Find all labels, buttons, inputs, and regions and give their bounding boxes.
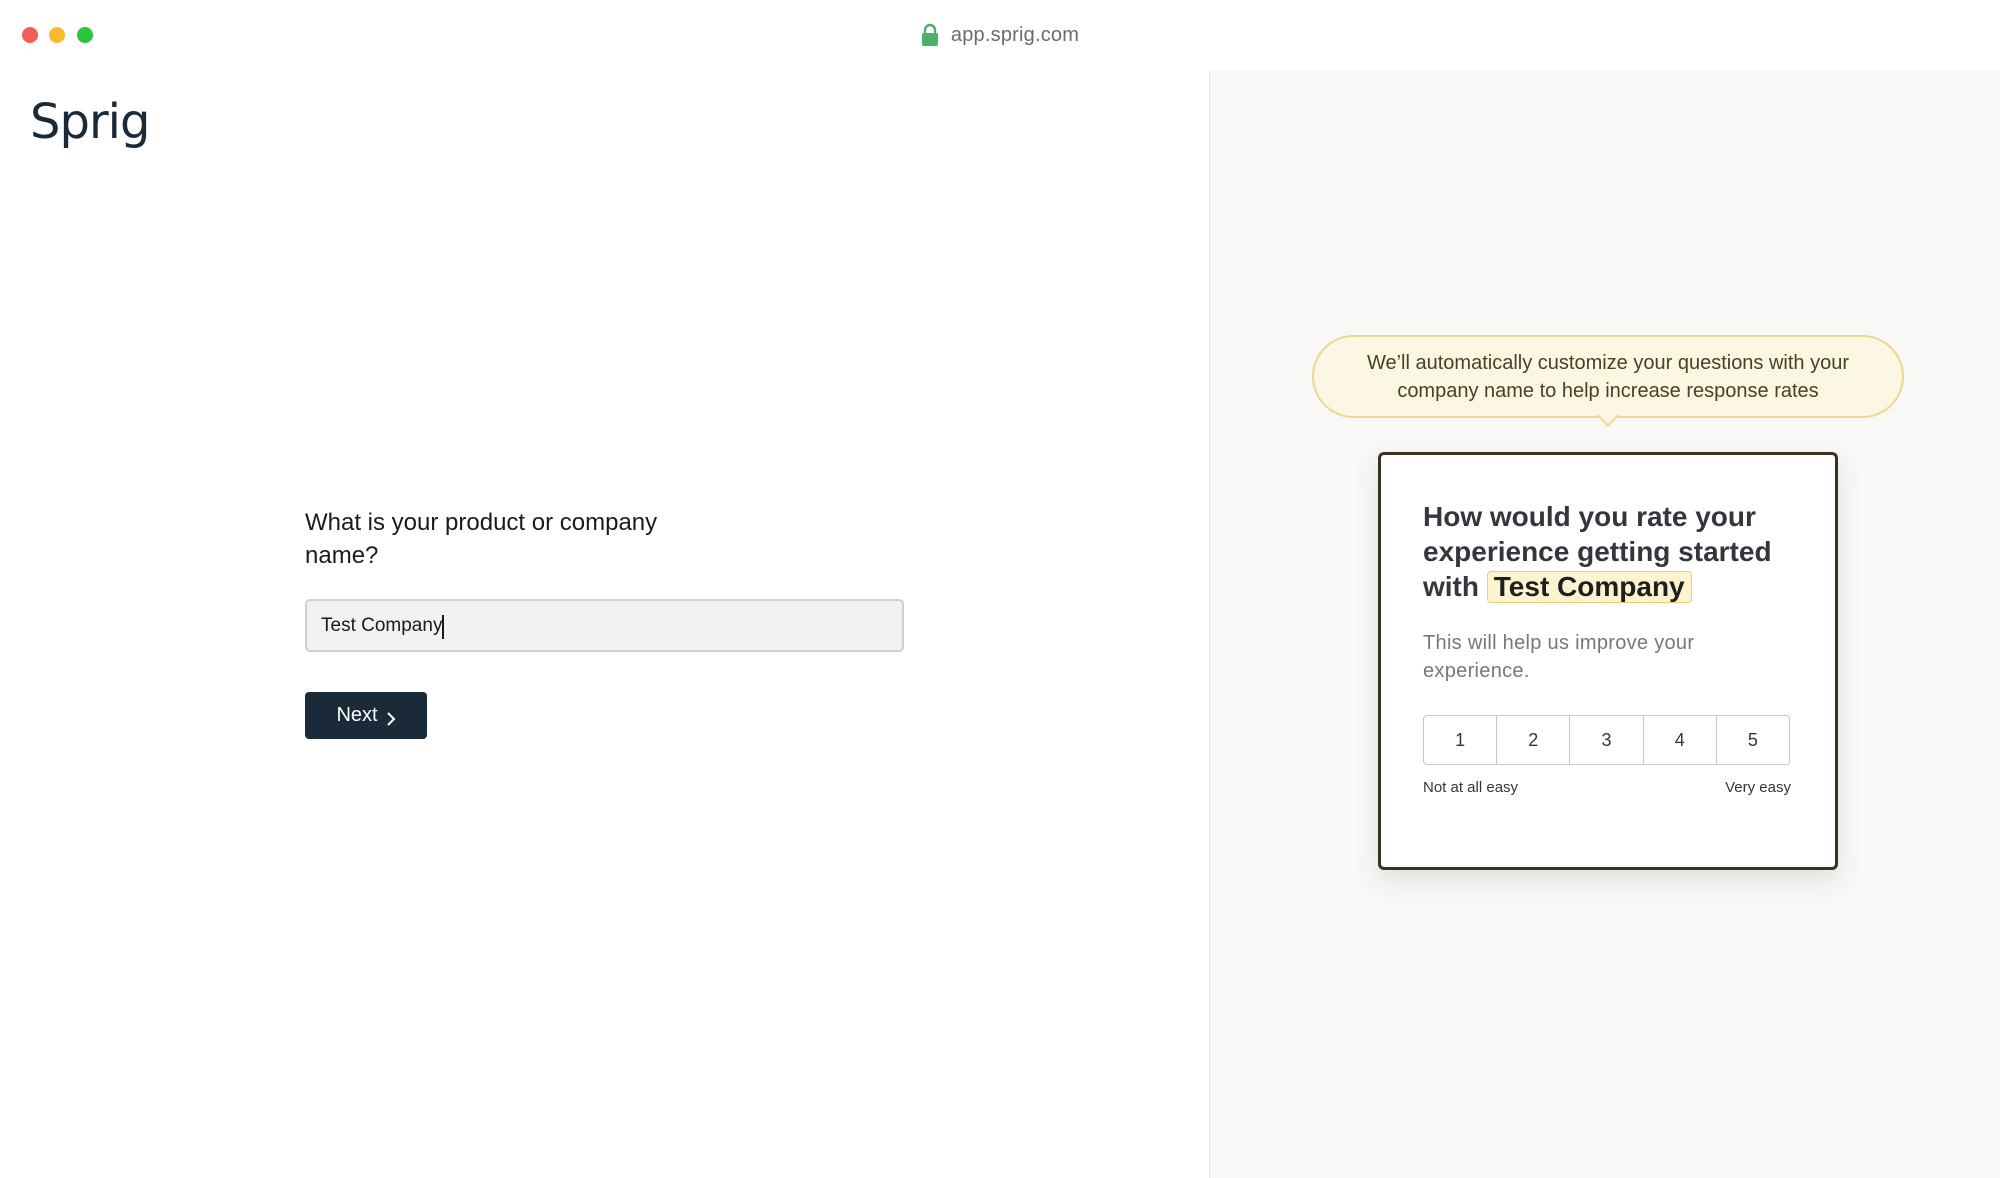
rating-option-4[interactable]: 4 — [1644, 716, 1717, 764]
address-bar[interactable]: app.sprig.com — [0, 20, 2000, 50]
text-caret — [442, 615, 444, 639]
browser-titlebar: app.sprig.com — [0, 0, 2000, 70]
lock-icon — [921, 23, 939, 47]
next-button-label: Next — [336, 704, 378, 726]
rating-option-1[interactable]: 1 — [1424, 716, 1498, 764]
url-text: app.sprig.com — [950, 23, 1080, 46]
company-name-input[interactable] — [305, 599, 904, 652]
onboarding-form-panel: Sprig What is your product or company na… — [0, 70, 1209, 1178]
company-name-question: What is your product or company name? — [305, 509, 658, 569]
scale-low-label: Not at all easy — [1423, 779, 1519, 796]
company-name-chip: Test Company — [1486, 571, 1692, 603]
rating-scale: 1 2 3 4 5 — [1423, 715, 1790, 765]
scale-high-label: Very easy — [1725, 779, 1791, 796]
next-button[interactable]: Next — [305, 692, 427, 739]
survey-question: How would you rate your experience getti… — [1423, 499, 1803, 604]
survey-preview-panel: We’ll automatically customize your quest… — [1210, 70, 2000, 1178]
rating-option-5[interactable]: 5 — [1717, 716, 1789, 764]
survey-subtext: This will help us improve your experienc… — [1423, 632, 1695, 682]
chevron-right-icon — [386, 709, 396, 726]
survey-preview-card: How would you rate your experience getti… — [1378, 452, 1838, 870]
rating-option-2[interactable]: 2 — [1497, 716, 1571, 764]
sprig-logo: Sprig — [30, 94, 150, 150]
rating-option-3[interactable]: 3 — [1570, 716, 1644, 764]
